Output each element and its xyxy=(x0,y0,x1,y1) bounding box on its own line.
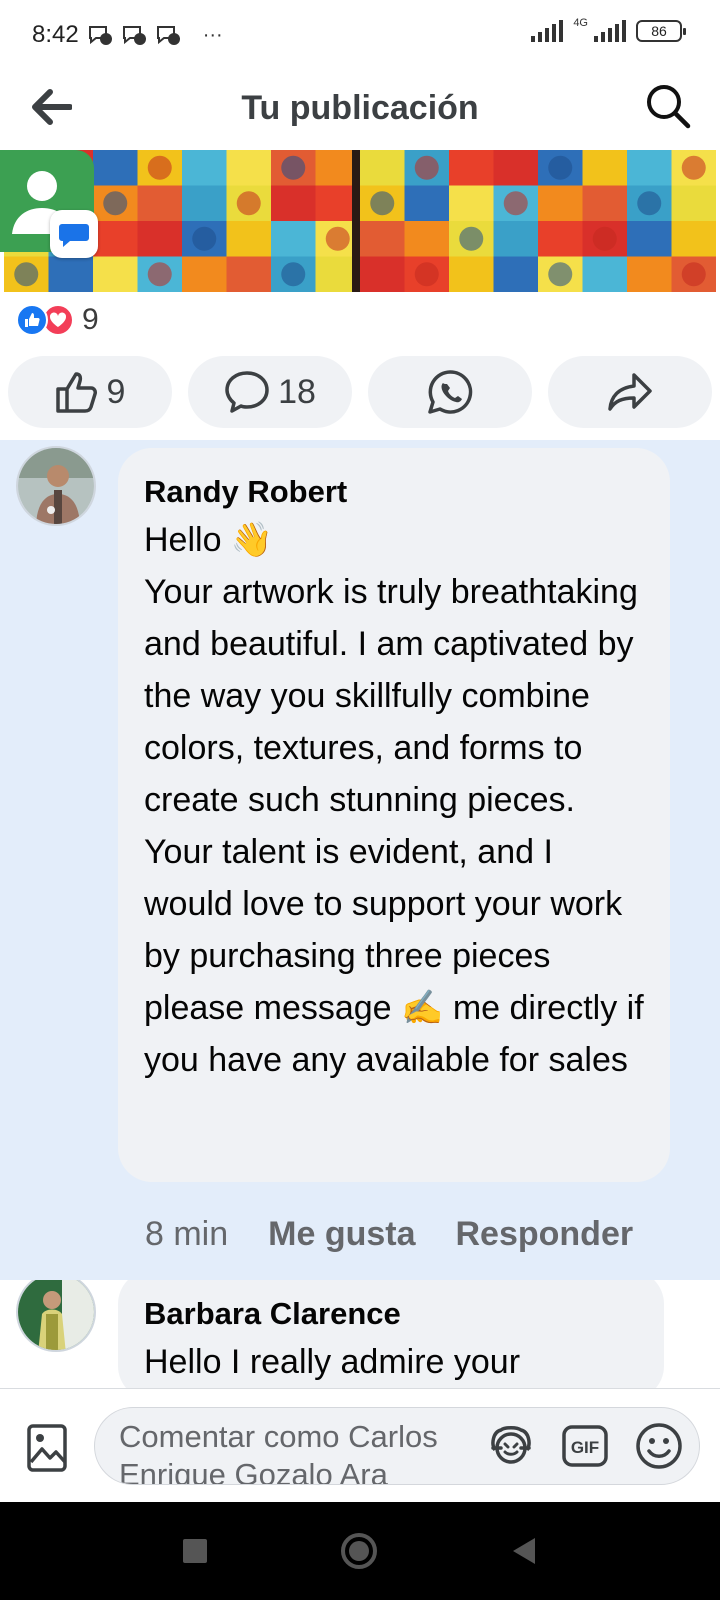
comment-bubble[interactable]: Barbara Clarence Hello I really admire y… xyxy=(118,1280,664,1388)
network-type: 4G xyxy=(573,17,588,29)
user-photo-icon xyxy=(18,1280,94,1350)
share-arrow-icon xyxy=(608,373,652,411)
back-nav-button[interactable] xyxy=(509,1536,539,1566)
whatsapp-icon xyxy=(428,370,473,414)
quilt-artwork-image xyxy=(4,150,716,292)
composer-tools: GIF xyxy=(485,1420,685,1472)
battery-level: 86 xyxy=(651,23,667,39)
gif-label: GIF xyxy=(571,1438,599,1457)
android-nav-bar xyxy=(0,1502,720,1600)
comment-count: 18 xyxy=(278,372,316,411)
signal-icon-secondary xyxy=(594,20,626,42)
reactions-summary[interactable]: 9 xyxy=(16,302,99,338)
chat-notification-icon xyxy=(88,25,112,45)
like-count: 9 xyxy=(106,372,126,411)
comment-author[interactable]: Barbara Clarence xyxy=(144,1292,638,1336)
smiley-icon xyxy=(636,1423,682,1469)
gif-icon: GIF xyxy=(562,1425,608,1467)
comment-input-placeholder: Comentar como Carlos Enrique Gozalo Ara xyxy=(119,1419,438,1485)
comment-bubble[interactable]: Randy Robert Hello 👋 Your artwork is tru… xyxy=(118,448,670,1182)
signal-icon xyxy=(531,20,564,42)
avatar-sticker-icon xyxy=(491,1426,531,1464)
comment-avatar[interactable] xyxy=(16,446,96,526)
whatsapp-share-button[interactable] xyxy=(368,356,532,428)
comment-author[interactable]: Randy Robert xyxy=(144,470,644,514)
chat-notification-icon xyxy=(156,25,180,45)
add-photo-button[interactable] xyxy=(24,1423,70,1473)
comment-time: 8 min xyxy=(145,1215,229,1253)
status-time: 8:42 xyxy=(32,21,79,48)
recent-apps-button[interactable] xyxy=(181,1537,209,1565)
page-title: Tu publicación xyxy=(241,88,479,127)
comment-text: Hello I really admire your xyxy=(144,1343,521,1381)
chat-notification-icon xyxy=(122,25,146,45)
search-icon xyxy=(647,85,691,129)
battery-icon: 86 xyxy=(636,20,686,42)
comment-composer: Comentar como Carlos Enrique Gozalo Ara … xyxy=(0,1388,720,1502)
comment-text: Hello 👋 Your artwork is truly breathtaki… xyxy=(144,521,644,1079)
like-reaction-icon xyxy=(16,304,48,336)
avatar-sticker-button[interactable] xyxy=(485,1420,537,1472)
notification-icons: ··· xyxy=(87,24,223,47)
comment-like-button[interactable]: Me gusta xyxy=(268,1215,415,1254)
comment-button[interactable]: 18 xyxy=(188,356,352,428)
status-bar: 8:42 ··· 4G 86 xyxy=(0,0,720,70)
back-button[interactable] xyxy=(26,82,76,132)
post-actions: 9 18 xyxy=(8,356,712,428)
comment-item: Barbara Clarence Hello I really admire y… xyxy=(0,1280,720,1388)
arrow-left-icon xyxy=(32,89,72,125)
thumbs-up-icon xyxy=(55,372,97,413)
like-button[interactable]: 9 xyxy=(8,356,172,428)
share-button[interactable] xyxy=(548,356,712,428)
messages-badge xyxy=(50,210,98,258)
comment-avatar[interactable] xyxy=(16,1280,96,1352)
comment-input[interactable]: Comentar como Carlos Enrique Gozalo Ara … xyxy=(94,1407,700,1485)
home-button[interactable] xyxy=(339,1531,379,1571)
comment-meta: 8 min Me gusta Responder xyxy=(145,1215,633,1254)
chat-bubble-icon xyxy=(59,224,89,247)
reaction-count: 9 xyxy=(82,303,99,336)
more-notifications-indicator: ··· xyxy=(202,23,223,46)
post-image[interactable] xyxy=(4,150,716,292)
comment-reply-button[interactable]: Responder xyxy=(456,1215,634,1254)
app-header: Tu publicación xyxy=(0,70,720,146)
search-button[interactable] xyxy=(642,80,694,132)
emoji-button[interactable] xyxy=(633,1420,685,1472)
gif-button[interactable]: GIF xyxy=(559,1420,611,1472)
status-indicators: 4G 86 xyxy=(531,17,686,42)
image-icon xyxy=(27,1424,67,1472)
comment-icon xyxy=(225,371,269,413)
